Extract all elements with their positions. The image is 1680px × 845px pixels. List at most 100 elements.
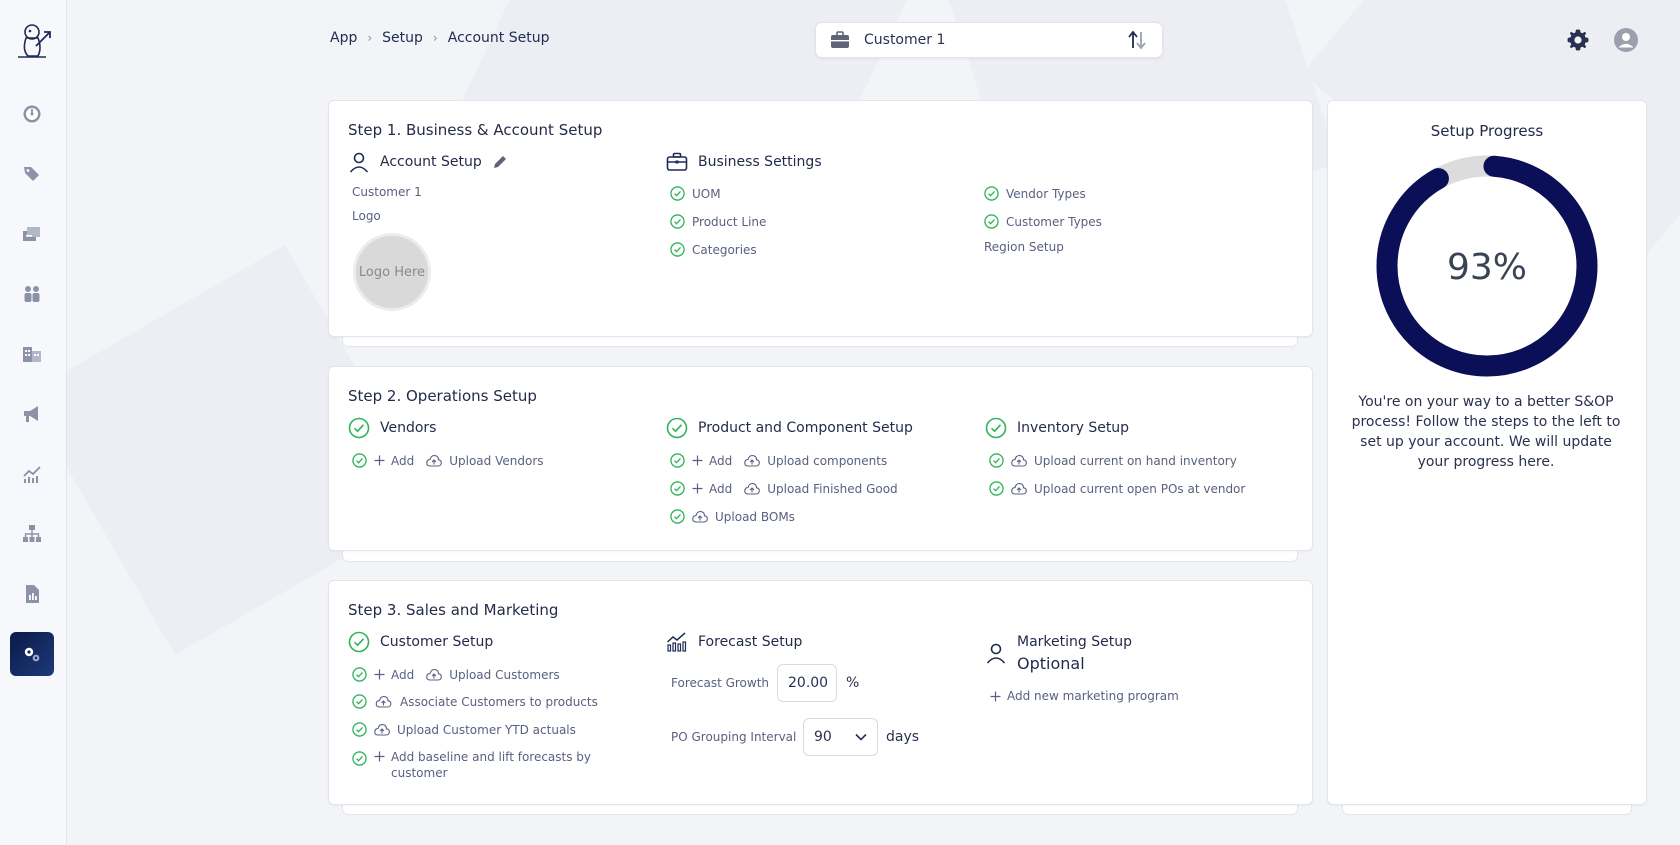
upload-customers-button[interactable]: Upload Customers: [449, 668, 559, 682]
business-item-label: Vendor Types: [1006, 186, 1086, 201]
upload-finished-good-button[interactable]: Upload Finished Good: [767, 482, 897, 496]
business-item-label: Product Line: [692, 214, 767, 229]
add-customer-button[interactable]: Add: [391, 668, 414, 682]
sidebar: [0, 0, 67, 845]
add-baseline-forecast-button[interactable]: Add baseline and lift forecasts by custo…: [391, 749, 621, 781]
product-finished-actions: Add Upload Finished Good: [670, 481, 898, 496]
chevron-right-icon: ›: [432, 31, 438, 45]
marketing-setup-heading: Marketing Setup Optional: [985, 634, 1132, 673]
add-component-button[interactable]: Add: [709, 454, 732, 468]
add-marketing-program-action[interactable]: Add new marketing program: [990, 689, 1179, 703]
upload-ytd-action: Upload Customer YTD actuals: [352, 722, 576, 737]
step2-title: Step 2. Operations Setup: [348, 387, 537, 405]
sidebar-item-customers[interactable]: [10, 272, 54, 316]
cloud-upload-icon: [1011, 454, 1027, 467]
cloud-upload-icon: [375, 695, 392, 708]
business-item-categories[interactable]: Categories: [670, 242, 757, 257]
chart-growth-icon: [666, 632, 687, 652]
marketing-optional-label: Optional: [1017, 654, 1085, 673]
step1-title: Step 1. Business & Account Setup: [348, 121, 603, 139]
step3-title: Step 3. Sales and Marketing: [348, 601, 559, 619]
sidebar-item-inventory[interactable]: [10, 212, 54, 256]
check-circle-icon: [352, 453, 367, 468]
forecast-setup-label: Forecast Setup: [698, 634, 803, 650]
setup-progress-title: Setup Progress: [1430, 122, 1544, 140]
upload-boms-button[interactable]: Upload BOMs: [715, 510, 795, 524]
forecast-growth-input[interactable]: 20.00: [777, 664, 837, 702]
cloud-upload-icon: [426, 668, 443, 681]
business-item-product-line[interactable]: Product Line: [670, 214, 766, 229]
upload-customer-ytd-button[interactable]: Upload Customer YTD actuals: [397, 723, 576, 737]
business-item-label: Customer Types: [1006, 214, 1102, 229]
check-circle-icon: [670, 509, 685, 524]
sidebar-item-vendors[interactable]: [10, 332, 54, 376]
sidebar-item-reports[interactable]: [10, 572, 54, 616]
customer-upload-actions: Add Upload Customers: [352, 667, 560, 682]
business-item-uom[interactable]: UOM: [670, 186, 721, 201]
business-item-label: Categories: [692, 242, 757, 257]
business-settings-label: Business Settings: [698, 154, 822, 170]
chart-line-icon: [23, 466, 41, 483]
po-grouping-select[interactable]: 90: [803, 718, 878, 756]
product-component-heading: Product and Component Setup: [666, 417, 913, 439]
vendors-actions: Add Upload Vendors: [352, 453, 544, 468]
check-circle-icon: [348, 417, 370, 439]
upload-onhand-inventory-button[interactable]: Upload current on hand inventory: [1034, 454, 1237, 468]
plus-icon: [692, 455, 703, 466]
users-icon: [24, 286, 40, 302]
associate-customers-button[interactable]: Associate Customers to products: [400, 695, 598, 709]
app-logo[interactable]: [12, 20, 54, 60]
add-marketing-program-button[interactable]: Add new marketing program: [1007, 689, 1179, 703]
product-component-label: Product and Component Setup: [698, 420, 913, 436]
business-item-region-setup[interactable]: Region Setup: [984, 240, 1064, 254]
check-circle-icon: [348, 631, 370, 653]
add-vendor-button[interactable]: Add: [391, 454, 414, 468]
sidebar-item-products[interactable]: [10, 152, 54, 196]
add-finished-good-button[interactable]: Add: [709, 482, 732, 496]
vendors-heading: Vendors: [348, 417, 436, 439]
user-avatar-icon[interactable]: [1614, 28, 1638, 52]
business-item-label: UOM: [692, 186, 721, 201]
customer-selector[interactable]: Customer 1: [815, 22, 1163, 58]
forecast-growth-value: 20.00: [788, 675, 829, 691]
po-grouping-value: 90: [814, 729, 832, 745]
breadcrumb-account-setup: Account Setup: [447, 30, 550, 46]
megaphone-icon: [24, 406, 38, 422]
briefcase-icon: [831, 31, 849, 48]
account-customer-name: Customer 1: [352, 185, 422, 199]
cloud-upload-icon: [374, 723, 390, 736]
sort-arrows-icon[interactable]: [1126, 30, 1148, 50]
business-item-customer-types[interactable]: Customer Types: [984, 214, 1102, 229]
sidebar-item-dashboard[interactable]: [10, 92, 54, 136]
plus-icon: [692, 483, 703, 494]
sidebar-item-setup[interactable]: [10, 632, 54, 676]
cloud-upload-icon: [1011, 482, 1027, 495]
check-circle-icon: [666, 417, 688, 439]
sidebar-item-forecast[interactable]: [10, 452, 54, 496]
logo-upload-placeholder[interactable]: Logo Here: [353, 233, 431, 311]
check-circle-icon: [352, 667, 367, 682]
breadcrumb-setup[interactable]: Setup: [382, 30, 423, 46]
sidebar-item-marketing[interactable]: [10, 392, 54, 436]
check-circle-icon: [352, 751, 367, 766]
associate-customers-action: Associate Customers to products: [352, 694, 598, 709]
box-archive-icon: [23, 227, 40, 241]
plus-icon: [374, 669, 385, 680]
product-components-actions: Add Upload components: [670, 453, 887, 468]
sidebar-item-hierarchy[interactable]: [10, 512, 54, 556]
progress-donut: 93%: [1376, 155, 1598, 377]
check-circle-icon: [984, 214, 999, 229]
sitemap-icon: [23, 525, 41, 542]
user-outline-icon: [986, 643, 1006, 664]
settings-gear-icon[interactable]: [1566, 28, 1590, 52]
upload-components-button[interactable]: Upload components: [767, 454, 887, 468]
inventory-heading: Inventory Setup: [985, 417, 1129, 439]
upload-vendors-button[interactable]: Upload Vendors: [449, 454, 543, 468]
business-item-vendor-types[interactable]: Vendor Types: [984, 186, 1086, 201]
cloud-upload-icon: [744, 454, 761, 467]
plus-icon: [374, 751, 385, 762]
upload-open-pos-button[interactable]: Upload current open POs at vendor: [1034, 482, 1245, 496]
breadcrumb-app[interactable]: App: [330, 30, 357, 46]
inventory-pos-action: Upload current open POs at vendor: [989, 481, 1245, 496]
pencil-edit-icon[interactable]: [492, 154, 508, 170]
